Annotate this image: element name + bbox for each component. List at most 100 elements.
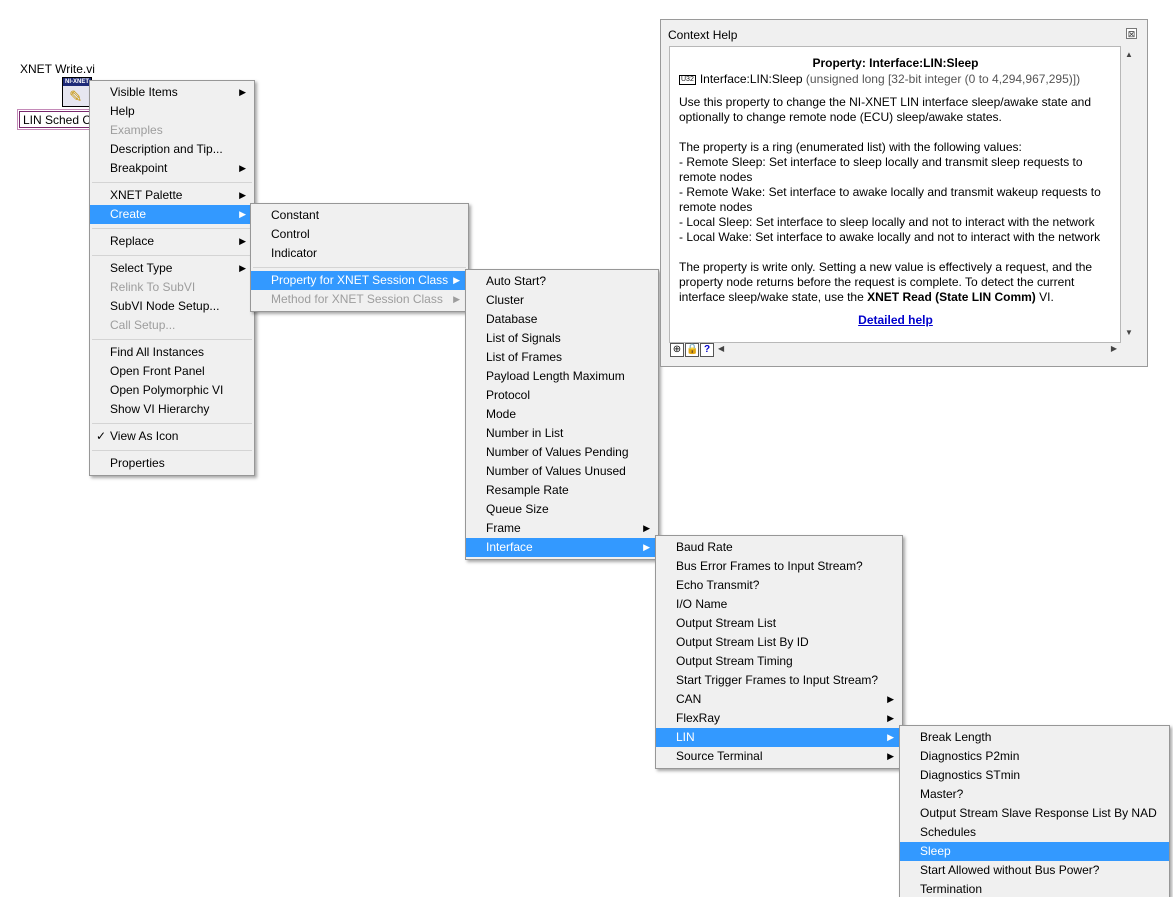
menu-item-label: Sleep [920,844,951,858]
menu-item-resample-rate[interactable]: Resample Rate [466,481,658,500]
menu-item-baud-rate[interactable]: Baud Rate [656,538,902,557]
detailed-help-icon[interactable]: ? [700,343,714,357]
menu-item-label: Description and Tip... [110,142,223,156]
menu-item-property-for-xnet-session-class[interactable]: Property for XNET Session Class ▶ [251,271,468,290]
scroll-left-icon[interactable]: ◀ [718,344,724,353]
menu-item-number-of-values-pending[interactable]: Number of Values Pending [466,443,658,462]
menu-item-can[interactable]: CAN ▶ [656,690,902,709]
menu-item-queue-size[interactable]: Queue Size [466,500,658,519]
menu-item-label: Interface [486,540,533,554]
menu-item-interface[interactable]: Interface ▶ [466,538,658,557]
menu-item-find-all-instances[interactable]: Find All Instances [90,343,254,362]
menu-item-label: Find All Instances [110,345,205,359]
menu-item-open-polymorphic-vi[interactable]: Open Polymorphic VI [90,381,254,400]
menu-item-payload-length-maximum[interactable]: Payload Length Maximum [466,367,658,386]
menu-item-break-length[interactable]: Break Length [900,728,1169,747]
menu-item-mode[interactable]: Mode [466,405,658,424]
menu-item-open-front-panel[interactable]: Open Front Panel [90,362,254,381]
menu-item-bus-error-frames[interactable]: Bus Error Frames to Input Stream? [656,557,902,576]
menu-item-label: Constant [271,208,320,222]
menu-item-list-of-frames[interactable]: List of Frames [466,348,658,367]
menu-item-start-allowed-without-bus-power[interactable]: Start Allowed without Bus Power? [900,861,1169,880]
scroll-up-icon[interactable]: ▲ [1125,50,1133,59]
menu-item-label: Break Length [920,730,992,744]
menu-item-cluster[interactable]: Cluster [466,291,658,310]
menu-item-sleep[interactable]: Sleep [900,842,1169,861]
vertical-scrollbar[interactable]: ▲ ▼ [1121,46,1138,343]
menu-item-output-stream-list-by-id[interactable]: Output Stream List By ID [656,633,902,652]
menu-item-label: Number of Values Unused [486,464,626,478]
menu-item-auto-start[interactable]: Auto Start? [466,272,658,291]
submenu-arrow-icon: ▶ [453,294,460,304]
help-heading: Property: Interface:LIN:Sleep [812,56,979,70]
show-optional-terminals-icon[interactable]: ⊕ [670,343,684,357]
menu-item-label: Frame [486,521,521,535]
menu-item-view-as-icon[interactable]: ✓ View As Icon [90,427,254,446]
lock-icon[interactable]: 🔒 [685,343,699,357]
menu-item-replace[interactable]: Replace ▶ [90,232,254,251]
submenu-arrow-icon: ▶ [239,163,246,173]
detailed-help-link[interactable]: Detailed help [679,313,1112,328]
close-icon[interactable]: ⊠ [1126,28,1137,39]
menu-item-subvi-node-setup[interactable]: SubVI Node Setup... [90,297,254,316]
menu-item-source-terminal[interactable]: Source Terminal ▶ [656,747,902,766]
help-toolbar: ⊕ 🔒 ? ◀ ▶ [669,343,1121,358]
pencil-icon: ✎ [69,89,83,106]
menu-item-termination[interactable]: Termination [900,880,1169,897]
menu-item-protocol[interactable]: Protocol [466,386,658,405]
scroll-right-icon[interactable]: ▶ [1111,344,1117,353]
menu-item-frame[interactable]: Frame ▶ [466,519,658,538]
menu-item-select-type[interactable]: Select Type ▶ [90,259,254,278]
menu-item-diagnostics-p2min[interactable]: Diagnostics P2min [900,747,1169,766]
menu-item-constant[interactable]: Constant [251,206,468,225]
vi-node-icon[interactable]: NI-XNET ✎ [62,77,92,107]
menu-separator [92,339,252,340]
menu-item-output-stream-slave-response[interactable]: Output Stream Slave Response List By NAD [900,804,1169,823]
menu-item-lin[interactable]: LIN ▶ [656,728,902,747]
menu-item-flexray[interactable]: FlexRay ▶ [656,709,902,728]
menu-item-label: List of Signals [486,331,561,345]
help-paragraph-2-line: - Remote Wake: Set interface to awake lo… [679,185,1101,214]
menu-item-database[interactable]: Database [466,310,658,329]
menu-item-label: Show VI Hierarchy [110,402,210,416]
menu-item-label: CAN [676,692,702,706]
lin-submenu: Break Length Diagnostics P2min Diagnosti… [899,725,1170,897]
menu-item-master[interactable]: Master? [900,785,1169,804]
scroll-down-icon[interactable]: ▼ [1125,328,1133,337]
submenu-arrow-icon: ▶ [643,523,650,533]
menu-item-xnet-palette[interactable]: XNET Palette ▶ [90,186,254,205]
menu-item-breakpoint[interactable]: Breakpoint ▶ [90,159,254,178]
submenu-arrow-icon: ▶ [239,263,246,273]
menu-item-show-vi-hierarchy[interactable]: Show VI Hierarchy [90,400,254,419]
menu-item-number-of-values-unused[interactable]: Number of Values Unused [466,462,658,481]
menu-item-label: Visible Items [110,85,178,99]
menu-item-help[interactable]: Help [90,102,254,121]
menu-item-control[interactable]: Control [251,225,468,244]
menu-separator [92,255,252,256]
menu-item-io-name[interactable]: I/O Name [656,595,902,614]
menu-item-label: Schedules [920,825,977,839]
menu-item-label: Start Trigger Frames to Input Stream? [676,673,879,687]
menu-item-schedules[interactable]: Schedules [900,823,1169,842]
menu-item-label: Call Setup... [110,318,176,332]
property-submenu: Auto Start? Cluster Database List of Sig… [465,269,659,560]
menu-item-output-stream-timing[interactable]: Output Stream Timing [656,652,902,671]
menu-item-description-and-tip[interactable]: Description and Tip... [90,140,254,159]
menu-item-properties[interactable]: Properties [90,454,254,473]
menu-item-diagnostics-stmin[interactable]: Diagnostics STmin [900,766,1169,785]
menu-item-create[interactable]: Create ▶ [90,205,254,224]
menu-item-label: Source Terminal [676,749,763,763]
menu-item-number-in-list[interactable]: Number in List [466,424,658,443]
menu-item-echo-transmit[interactable]: Echo Transmit? [656,576,902,595]
context-help-title: Context Help [668,28,738,42]
menu-item-list-of-signals[interactable]: List of Signals [466,329,658,348]
submenu-arrow-icon: ▶ [239,190,246,200]
menu-item-indicator[interactable]: Indicator [251,244,468,263]
menu-item-output-stream-list[interactable]: Output Stream List [656,614,902,633]
lin-schedule-constant[interactable]: LIN Sched Ch [19,111,95,128]
menu-item-visible-items[interactable]: Visible Items ▶ [90,83,254,102]
menu-item-start-trigger-frames[interactable]: Start Trigger Frames to Input Stream? [656,671,902,690]
menu-separator [92,450,252,451]
